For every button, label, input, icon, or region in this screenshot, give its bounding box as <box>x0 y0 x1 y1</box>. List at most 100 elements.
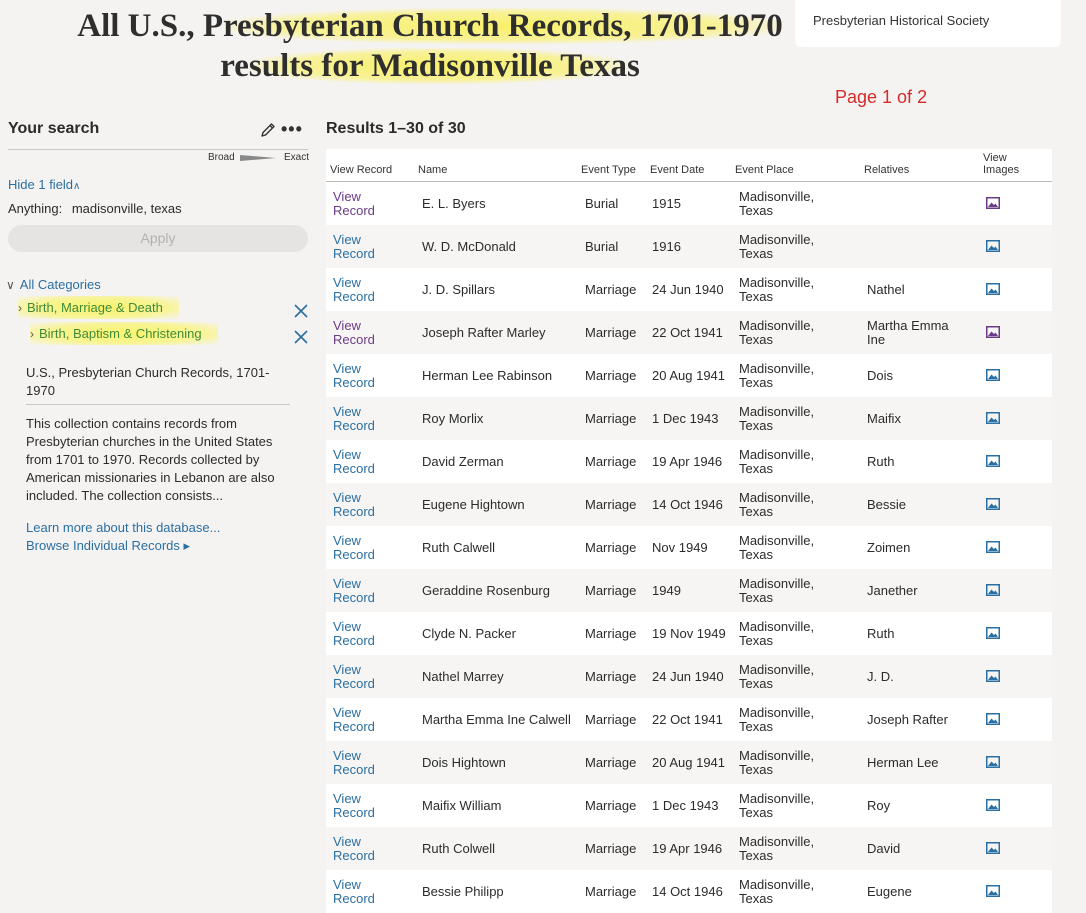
slider-broad-label: Broad <box>208 152 235 163</box>
event-type: Marriage <box>585 540 637 555</box>
relatives: Martha Emma Ine <box>867 319 967 347</box>
event-type: Marriage <box>585 325 637 340</box>
image-icon[interactable] <box>986 283 1000 295</box>
table-row: View Record Eugene Hightown Marriage 14 Oct … <box>326 483 1052 526</box>
image-icon[interactable] <box>986 240 1000 252</box>
slider-wedge[interactable] <box>240 155 276 161</box>
view-record-link[interactable]: View Record <box>333 835 375 863</box>
event-place-line-1: Madisonville, <box>739 791 815 806</box>
hide-fields-link[interactable]: Hide 1 field∧ <box>8 177 80 192</box>
view-record-link[interactable]: View Record <box>333 319 375 347</box>
close-icon[interactable] <box>294 330 308 344</box>
view-record-line-2: Record <box>333 676 375 691</box>
image-icon[interactable] <box>986 197 1000 209</box>
view-record-line-1: View <box>333 275 361 290</box>
event-date: 22 Oct 1941 <box>652 706 732 734</box>
view-record-link[interactable]: View Record <box>333 706 375 734</box>
record-name: Nathel Marrey <box>422 663 577 691</box>
event-date-text: 19 Apr 1946 <box>652 841 723 856</box>
event-date: 1916 <box>652 233 732 261</box>
image-icon[interactable] <box>986 670 1000 682</box>
close-icon[interactable] <box>294 304 308 318</box>
category-item[interactable]: › Birth, Baptism & Christening <box>30 322 218 345</box>
view-record-link[interactable]: View Record <box>333 749 375 777</box>
event-date-text: 24 Jun 1940 <box>652 669 724 684</box>
record-name: Roy Morlix <box>422 405 577 433</box>
event-type: Marriage <box>585 626 637 641</box>
collection-title: U.S., Presbyterian Church Records, 1701-… <box>26 365 270 398</box>
image-icon[interactable] <box>986 713 1000 725</box>
view-record-line-2: Record <box>333 375 375 390</box>
event-date: 20 Aug 1941 <box>652 749 732 777</box>
event-place-line-1: Madisonville, <box>739 361 815 376</box>
event-place-line-1: Madisonville, <box>739 404 815 419</box>
event-place-line-2: Texas <box>739 246 773 261</box>
relatives-text: Roy <box>867 798 891 813</box>
all-categories-link[interactable]: ∨ All Categories <box>6 277 101 292</box>
match-slider[interactable]: Broad Exact <box>205 152 309 166</box>
image-icon[interactable] <box>986 756 1000 768</box>
view-record-link[interactable]: View Record <box>333 405 375 433</box>
relatives: Janether <box>867 577 967 605</box>
view-record-link[interactable]: View Record <box>333 190 375 218</box>
image-icon[interactable] <box>986 498 1000 510</box>
image-icon[interactable] <box>986 799 1000 811</box>
view-record-link[interactable]: View Record <box>333 362 375 390</box>
record-name: Ruth Colwell <box>422 835 577 863</box>
event-place-line-1: Madisonville, <box>739 189 815 204</box>
view-record-line-2: Record <box>333 504 375 519</box>
image-icon[interactable] <box>986 584 1000 596</box>
event-type: Marriage <box>585 497 637 512</box>
table-row: View Record Ruth Calwell Marriage Nov 1949 Ma… <box>326 526 1052 569</box>
event-date: 1 Dec 1943 <box>652 405 732 433</box>
record-name: Maifix William <box>422 792 577 820</box>
event-date-text: 1 Dec 1943 <box>652 411 719 426</box>
event-date: 14 Oct 1946 <box>652 491 732 519</box>
event-place-line-1: Madisonville, <box>739 877 815 892</box>
view-record-link[interactable]: View Record <box>333 233 375 261</box>
column-header-event-type: Event Type <box>581 164 636 176</box>
relatives-text: David <box>867 841 901 856</box>
pencil-icon[interactable] <box>260 122 276 138</box>
image-icon[interactable] <box>986 412 1000 424</box>
event-date: 19 Apr 1946 <box>652 448 732 476</box>
view-record-link[interactable]: View Record <box>333 491 375 519</box>
view-record-link[interactable]: View Record <box>333 534 375 562</box>
view-record-line-2: Record <box>333 289 375 304</box>
apply-button[interactable]: Apply <box>8 225 308 252</box>
event-place: Madisonville, Texas <box>739 792 814 820</box>
event-place: Madisonville, Texas <box>739 491 814 519</box>
event-place: Madisonville, Texas <box>739 190 814 218</box>
category-item[interactable]: › Birth, Marriage & Death <box>18 296 179 319</box>
table-row: View Record Geraddine Rosenburg Marriage 194… <box>326 569 1052 612</box>
event-date: 24 Jun 1940 <box>652 663 732 691</box>
image-icon[interactable] <box>986 541 1000 553</box>
view-record-link[interactable]: View Record <box>333 792 375 820</box>
browse-records-link[interactable]: Browse Individual Records ▸ <box>26 538 190 554</box>
view-record-link[interactable]: View Record <box>333 577 375 605</box>
event-place-line-2: Texas <box>739 891 773 906</box>
event-date-text: 24 Jun 1940 <box>652 282 724 297</box>
view-record-link[interactable]: View Record <box>333 276 375 304</box>
more-options-icon[interactable]: ••• <box>281 120 303 138</box>
view-record-link[interactable]: View Record <box>333 878 375 906</box>
event-type: Marriage <box>585 884 637 899</box>
event-type: Marriage <box>585 454 637 469</box>
learn-more-link[interactable]: Learn more about this database... <box>26 520 220 535</box>
image-icon[interactable] <box>986 369 1000 381</box>
view-record-link[interactable]: View Record <box>333 620 375 648</box>
event-place: Madisonville, Texas <box>739 878 814 906</box>
image-icon[interactable] <box>986 842 1000 854</box>
image-icon[interactable] <box>986 326 1000 338</box>
view-record-link[interactable]: View Record <box>333 663 375 691</box>
record-name-text: Geraddine Rosenburg <box>422 583 550 598</box>
record-name: David Zerman <box>422 448 577 476</box>
view-record-link[interactable]: View Record <box>333 448 375 476</box>
image-icon[interactable] <box>986 455 1000 467</box>
image-icon[interactable] <box>986 885 1000 897</box>
page-indicator: Page 1 of 2 <box>835 87 928 107</box>
view-record-line-1: View <box>333 404 361 419</box>
relatives: Roy <box>867 792 967 820</box>
event-type: Burial <box>585 239 619 254</box>
image-icon[interactable] <box>986 627 1000 639</box>
